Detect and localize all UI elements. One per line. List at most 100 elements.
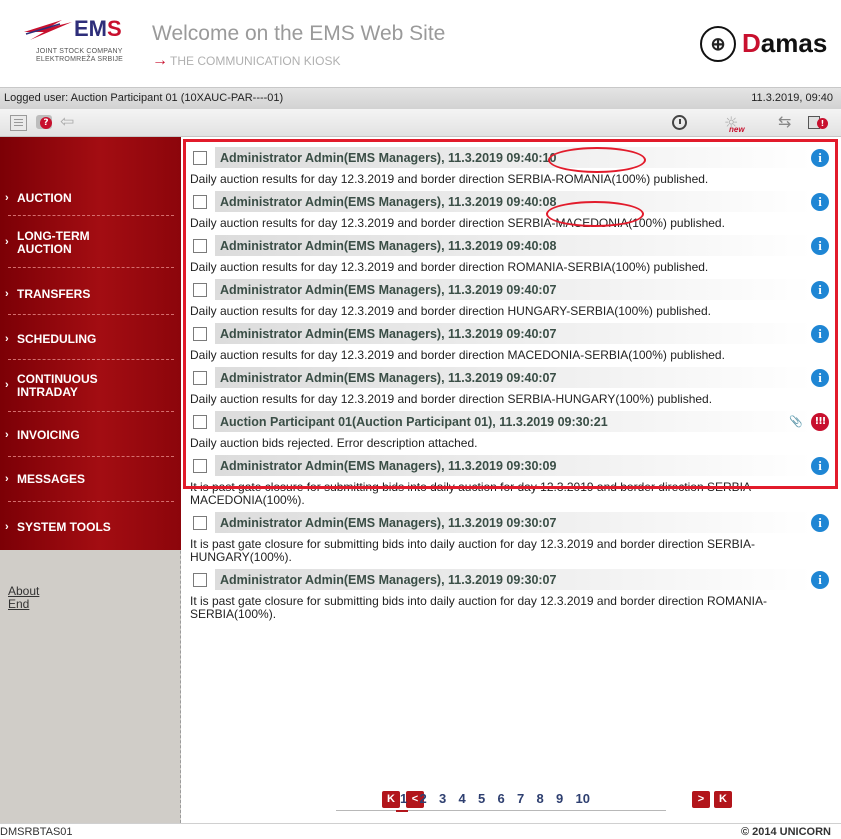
message-item: Administrator Admin(EMS Managers), 11.3.… <box>188 233 833 277</box>
menu-item-invoicing[interactable]: › INVOICING <box>0 429 181 453</box>
toolbar: ? ⇦ ☼ new ⇆ ! <box>0 109 841 137</box>
message-checkbox[interactable] <box>193 371 207 385</box>
message-title[interactable]: Administrator Admin(EMS Managers), 11.3.… <box>220 283 556 297</box>
info-icon[interactable]: i <box>811 369 829 387</box>
page-header: EMS JOINT STOCK COMPANY ELEKTROMREŽA SRB… <box>0 0 841 87</box>
footer: DMSRBTAS01 © 2014 UNICORN <box>0 823 841 839</box>
message-title[interactable]: Administrator Admin(EMS Managers), 11.3.… <box>220 371 556 385</box>
book-alert-icon[interactable]: ! <box>808 115 828 131</box>
message-item: Administrator Admin(EMS Managers), 11.3.… <box>188 453 833 510</box>
message-checkbox[interactable] <box>193 459 207 473</box>
message-checkbox[interactable] <box>193 573 207 587</box>
info-icon[interactable]: i <box>811 325 829 343</box>
server-id: DMSRBTAS01 <box>0 826 73 838</box>
message-body: Daily auction results for day 12.3.2019 … <box>190 348 725 362</box>
last-page-button[interactable]: K <box>714 791 732 808</box>
message-body: Daily auction results for day 12.3.2019 … <box>190 216 725 230</box>
page-number-6[interactable]: 6 <box>498 791 505 806</box>
chevron-right-icon: › <box>5 521 9 533</box>
message-item: Administrator Admin(EMS Managers), 11.3.… <box>188 567 833 624</box>
message-item: Administrator Admin(EMS Managers), 11.3.… <box>188 510 833 567</box>
message-checkbox[interactable] <box>193 239 207 253</box>
message-header: Auction Participant 01(Auction Participa… <box>188 409 833 434</box>
message-title[interactable]: Administrator Admin(EMS Managers), 11.3.… <box>220 516 556 530</box>
message-item: Auction Participant 01(Auction Participa… <box>188 409 833 453</box>
message-title[interactable]: Administrator Admin(EMS Managers), 11.3.… <box>220 151 556 165</box>
info-icon[interactable]: i <box>811 571 829 589</box>
message-checkbox[interactable] <box>193 327 207 341</box>
page-number-3[interactable]: 3 <box>439 791 446 806</box>
menu-item-continuous-intraday[interactable]: › CONTINUOUS INTRADAY <box>0 373 181 403</box>
message-title[interactable]: Administrator Admin(EMS Managers), 11.3.… <box>220 573 556 587</box>
menu-item-scheduling[interactable]: › SCHEDULING <box>0 333 181 357</box>
damas-emblem-icon: ⊕ <box>700 26 736 62</box>
message-body: Daily auction results for day 12.3.2019 … <box>190 304 711 318</box>
chevron-right-icon: › <box>5 192 9 204</box>
chevron-right-icon: › <box>5 429 9 441</box>
message-body: Daily auction results for day 12.3.2019 … <box>190 260 709 274</box>
message-checkbox[interactable] <box>193 516 207 530</box>
message-title[interactable]: Auction Participant 01(Auction Participa… <box>220 415 608 429</box>
message-body: Daily auction bids rejected. Error descr… <box>190 436 478 450</box>
page-number-1[interactable]: 1 <box>400 791 407 806</box>
info-icon[interactable]: i <box>811 457 829 475</box>
message-item: Administrator Admin(EMS Managers), 11.3.… <box>188 321 833 365</box>
message-title[interactable]: Administrator Admin(EMS Managers), 11.3.… <box>220 327 556 341</box>
message-checkbox[interactable] <box>193 283 207 297</box>
main-menu: › AUCTION › LONG-TERM AUCTION › TRANSFERS… <box>0 137 181 550</box>
message-item: Administrator Admin(EMS Managers), 11.3.… <box>188 145 833 189</box>
page-number-2[interactable]: 2 <box>420 791 427 806</box>
new-bulb-icon[interactable]: ☼ new <box>722 113 748 134</box>
message-body: Daily auction results for day 12.3.2019 … <box>190 392 713 406</box>
info-icon[interactable]: i <box>811 193 829 211</box>
chevron-right-icon: › <box>5 473 9 485</box>
message-checkbox[interactable] <box>193 151 207 165</box>
message-header: Administrator Admin(EMS Managers), 11.3.… <box>188 453 833 478</box>
first-page-button[interactable]: K <box>382 791 400 808</box>
chevron-right-icon: › <box>5 333 9 345</box>
message-checkbox[interactable] <box>193 195 207 209</box>
current-datetime: 11.3.2019, 09:40 <box>751 92 833 104</box>
ems-wordmark: EMS <box>74 16 122 41</box>
info-icon[interactable]: i <box>811 281 829 299</box>
document-icon[interactable] <box>10 115 27 131</box>
message-item: Administrator Admin(EMS Managers), 11.3.… <box>188 365 833 409</box>
info-icon[interactable]: i <box>811 237 829 255</box>
message-checkbox[interactable] <box>193 415 207 429</box>
info-icon[interactable]: i <box>811 514 829 532</box>
clock-icon[interactable] <box>672 115 687 130</box>
menu-item-messages[interactable]: › MESSAGES <box>0 473 181 497</box>
swap-arrows-icon[interactable]: ⇆ <box>778 114 795 131</box>
message-header: Administrator Admin(EMS Managers), 11.3.… <box>188 189 833 214</box>
info-icon[interactable]: i <box>811 149 829 167</box>
message-item: Administrator Admin(EMS Managers), 11.3.… <box>188 277 833 321</box>
menu-item-long-term-auction[interactable]: › LONG-TERM AUCTION <box>0 230 181 260</box>
page-number-9[interactable]: 9 <box>556 791 563 806</box>
message-header: Administrator Admin(EMS Managers), 11.3.… <box>188 365 833 390</box>
message-body: It is past gate closure for submitting b… <box>190 537 755 564</box>
message-title[interactable]: Administrator Admin(EMS Managers), 11.3.… <box>220 459 556 473</box>
page-number-7[interactable]: 7 <box>517 791 524 806</box>
menu-item-transfers[interactable]: › TRANSFERS <box>0 288 181 312</box>
damas-logo: ⊕ Damas <box>700 24 830 64</box>
attachment-icon[interactable]: 📎 <box>789 415 803 428</box>
status-bar: Logged user: Auction Participant 01 (10X… <box>0 87 841 109</box>
welcome-title: Welcome on the EMS Web Site <box>152 22 446 45</box>
message-header: Administrator Admin(EMS Managers), 11.3.… <box>188 145 833 170</box>
page-number-10[interactable]: 10 <box>576 791 590 806</box>
message-body: It is past gate closure for submitting b… <box>190 594 767 621</box>
lightning-bolt-icon <box>24 20 72 40</box>
next-page-button[interactable]: > <box>692 791 710 808</box>
message-title[interactable]: Administrator Admin(EMS Managers), 11.3.… <box>220 195 556 209</box>
ems-logo: EMS JOINT STOCK COMPANY ELEKTROMREŽA SRB… <box>16 10 136 70</box>
message-title[interactable]: Administrator Admin(EMS Managers), 11.3.… <box>220 239 556 253</box>
error-icon[interactable]: !!! <box>811 413 829 431</box>
chevron-right-icon: › <box>5 288 9 300</box>
help-icon[interactable]: ? <box>36 115 53 131</box>
page-number-5[interactable]: 5 <box>478 791 485 806</box>
page-number-4[interactable]: 4 <box>459 791 466 806</box>
page-number-8[interactable]: 8 <box>537 791 544 806</box>
end-link[interactable]: End <box>8 598 39 611</box>
back-arrow-icon[interactable]: ⇦ <box>60 114 77 131</box>
menu-item-system-tools[interactable]: › SYSTEM TOOLS <box>0 521 181 545</box>
